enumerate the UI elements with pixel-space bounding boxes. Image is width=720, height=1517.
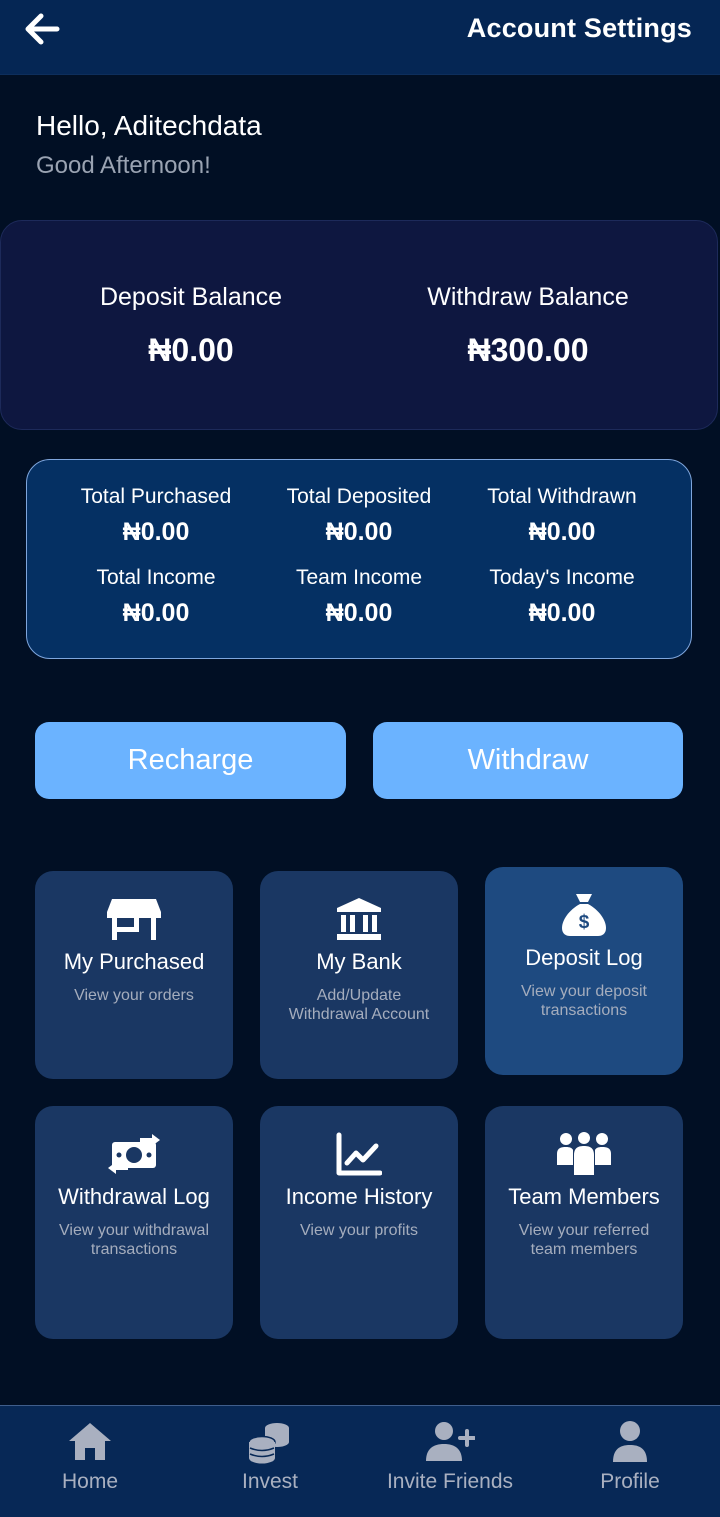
withdrawal-log-tile[interactable]: Withdrawal Log View your withdrawal tran…	[35, 1106, 233, 1339]
nav-label: Invite Friends	[386, 1470, 514, 1493]
withdraw-balance: Withdraw Balance ₦300.00	[368, 283, 688, 369]
deposit-balance-label: Deposit Balance	[99, 283, 283, 311]
home-icon	[69, 1423, 111, 1460]
stat-total-income: Total Income ₦0.00	[46, 566, 266, 628]
stat-team-income: Team Income ₦0.00	[249, 566, 469, 628]
tile-title: Deposit Log	[525, 945, 643, 970]
page-title: Account Settings	[466, 13, 692, 43]
greeting-text: Hello, Aditechdata	[36, 110, 262, 141]
team-members-tile[interactable]: Team Members View your referred team mem…	[485, 1106, 683, 1339]
stat-value: ₦0.00	[122, 599, 190, 627]
bank-icon	[260, 871, 458, 941]
stat-total-purchased: Total Purchased ₦0.00	[46, 485, 266, 547]
stat-label: Total Income	[96, 566, 216, 589]
tile-description: View your withdrawal transactions	[59, 1222, 209, 1258]
tile-description: Add/Update Withdrawal Account	[288, 987, 430, 1023]
stat-value: ₦0.00	[528, 518, 596, 546]
bottom-navigation: Home Invest Invite Friends Profile	[0, 1405, 720, 1517]
stat-todays-income: Today's Income ₦0.00	[452, 566, 672, 628]
tile-title: My Bank	[316, 949, 402, 974]
stat-label: Total Deposited	[286, 485, 432, 508]
tile-description: View your deposit transactions	[521, 983, 647, 1019]
nav-invite-friends[interactable]: Invite Friends	[360, 1420, 540, 1494]
tile-description: View your orders	[74, 987, 194, 1004]
deposit-balance-value: ₦0.00	[148, 332, 234, 368]
stat-value: ₦0.00	[122, 518, 190, 546]
stat-label: Team Income	[295, 566, 423, 589]
recharge-button[interactable]: Recharge	[35, 722, 346, 799]
stat-value: ₦0.00	[325, 518, 393, 546]
greeting-subtext: Good Afternoon!	[36, 152, 211, 179]
stat-value: ₦0.00	[325, 599, 393, 627]
top-bar: Account Settings	[0, 0, 720, 75]
stat-label: Today's Income	[489, 566, 635, 589]
tile-title: Withdrawal Log	[58, 1184, 210, 1209]
user-icon	[613, 1421, 647, 1462]
stat-total-deposited: Total Deposited ₦0.00	[249, 485, 469, 547]
tile-title: Income History	[285, 1184, 433, 1209]
tile-description: View your profits	[300, 1222, 418, 1239]
nav-invest[interactable]: Invest	[180, 1420, 360, 1494]
back-arrow-icon[interactable]	[24, 12, 60, 46]
store-icon	[35, 871, 233, 941]
user-plus-icon	[426, 1422, 475, 1461]
my-purchased-tile[interactable]: My Purchased View your orders	[35, 871, 233, 1079]
tile-title: My Purchased	[63, 949, 205, 974]
money-exchange-icon	[35, 1106, 233, 1176]
money-bag-icon: $	[485, 867, 683, 937]
stats-panel: Total Purchased ₦0.00 Total Deposited ₦0…	[26, 459, 692, 659]
income-history-tile[interactable]: Income History View your profits	[260, 1106, 458, 1339]
deposit-log-tile[interactable]: $ Deposit Log View your deposit transact…	[485, 867, 683, 1075]
stat-total-withdrawn: Total Withdrawn ₦0.00	[452, 485, 672, 547]
nav-home[interactable]: Home	[0, 1420, 180, 1494]
deposit-balance: Deposit Balance ₦0.00	[31, 283, 351, 369]
withdraw-balance-label: Withdraw Balance	[427, 283, 629, 311]
nav-label: Invest	[241, 1470, 299, 1493]
nav-label: Home	[61, 1470, 119, 1493]
nav-profile[interactable]: Profile	[540, 1420, 720, 1494]
tile-description: View your referred team members	[518, 1222, 650, 1258]
stat-label: Total Purchased	[80, 485, 232, 508]
my-bank-tile[interactable]: My Bank Add/Update Withdrawal Account	[260, 871, 458, 1079]
stat-value: ₦0.00	[528, 599, 596, 627]
nav-label: Profile	[600, 1470, 660, 1493]
people-group-icon	[485, 1106, 683, 1176]
withdraw-balance-value: ₦300.00	[467, 332, 589, 368]
balance-card: Deposit Balance ₦0.00 Withdraw Balance ₦…	[0, 220, 718, 430]
tile-title: Team Members	[508, 1184, 660, 1209]
withdraw-button[interactable]: Withdraw	[373, 722, 683, 799]
stat-label: Total Withdrawn	[487, 485, 637, 508]
chart-line-icon	[260, 1106, 458, 1176]
svg-text:$: $	[579, 912, 590, 933]
coins-icon	[248, 1423, 289, 1464]
